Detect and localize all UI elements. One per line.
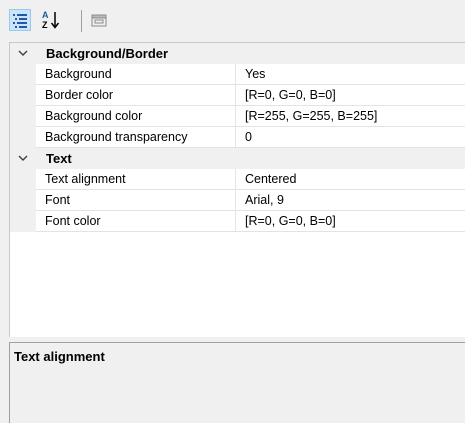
property-name: Background transparency	[45, 130, 188, 144]
category-label: Text	[46, 151, 72, 166]
collapse-chevron-icon[interactable]	[16, 151, 30, 165]
property-row[interactable]: Font color [R=0, G=0, B=0]	[10, 211, 465, 232]
property-name: Background color	[45, 109, 143, 123]
property-name: Text alignment	[45, 172, 126, 186]
property-pages-icon	[91, 14, 107, 27]
property-value[interactable]: 0	[245, 130, 252, 144]
property-value[interactable]: [R=0, G=0, B=0]	[245, 88, 336, 102]
category-row-text[interactable]: Text	[10, 148, 465, 169]
property-name: Background	[45, 67, 112, 81]
property-value[interactable]: [R=255, G=255, B=255]	[245, 109, 377, 123]
property-pages-button[interactable]	[88, 9, 110, 31]
property-name: Font color	[45, 214, 101, 228]
alpha-glyph-top: A	[42, 10, 49, 20]
property-grid: Background/Border Background Yes Border …	[9, 42, 465, 337]
property-row[interactable]: Background color [R=255, G=255, B=255]	[10, 106, 465, 127]
categorized-button[interactable]	[9, 9, 31, 31]
alpha-glyph-bottom: Z	[42, 20, 48, 30]
property-row[interactable]: Text alignment Centered	[10, 169, 465, 190]
toolbar-separator	[81, 10, 82, 32]
property-value[interactable]: [R=0, G=0, B=0]	[245, 214, 336, 228]
property-name: Font	[45, 193, 71, 207]
alphabetical-sort-icon: A Z	[42, 10, 60, 30]
property-value[interactable]: Yes	[245, 67, 265, 81]
category-row-background-border[interactable]: Background/Border	[10, 43, 465, 64]
property-row[interactable]: Border color [R=0, G=0, B=0]	[10, 85, 465, 106]
property-row[interactable]: Font Arial, 9	[10, 190, 465, 211]
property-grid-toolbar: A Z	[0, 0, 465, 40]
alphabetical-button[interactable]: A Z	[40, 9, 62, 31]
property-name: Border color	[45, 88, 114, 102]
description-title: Text alignment	[14, 349, 105, 364]
property-value[interactable]: Arial, 9	[245, 193, 284, 207]
property-row[interactable]: Background transparency 0	[10, 127, 465, 148]
property-value[interactable]: Centered	[245, 172, 296, 186]
categorized-icon	[13, 14, 27, 28]
collapse-chevron-icon[interactable]	[16, 46, 30, 60]
category-label: Background/Border	[46, 46, 169, 61]
property-row[interactable]: Background Yes	[10, 64, 465, 85]
description-pane: Text alignment	[9, 342, 465, 423]
